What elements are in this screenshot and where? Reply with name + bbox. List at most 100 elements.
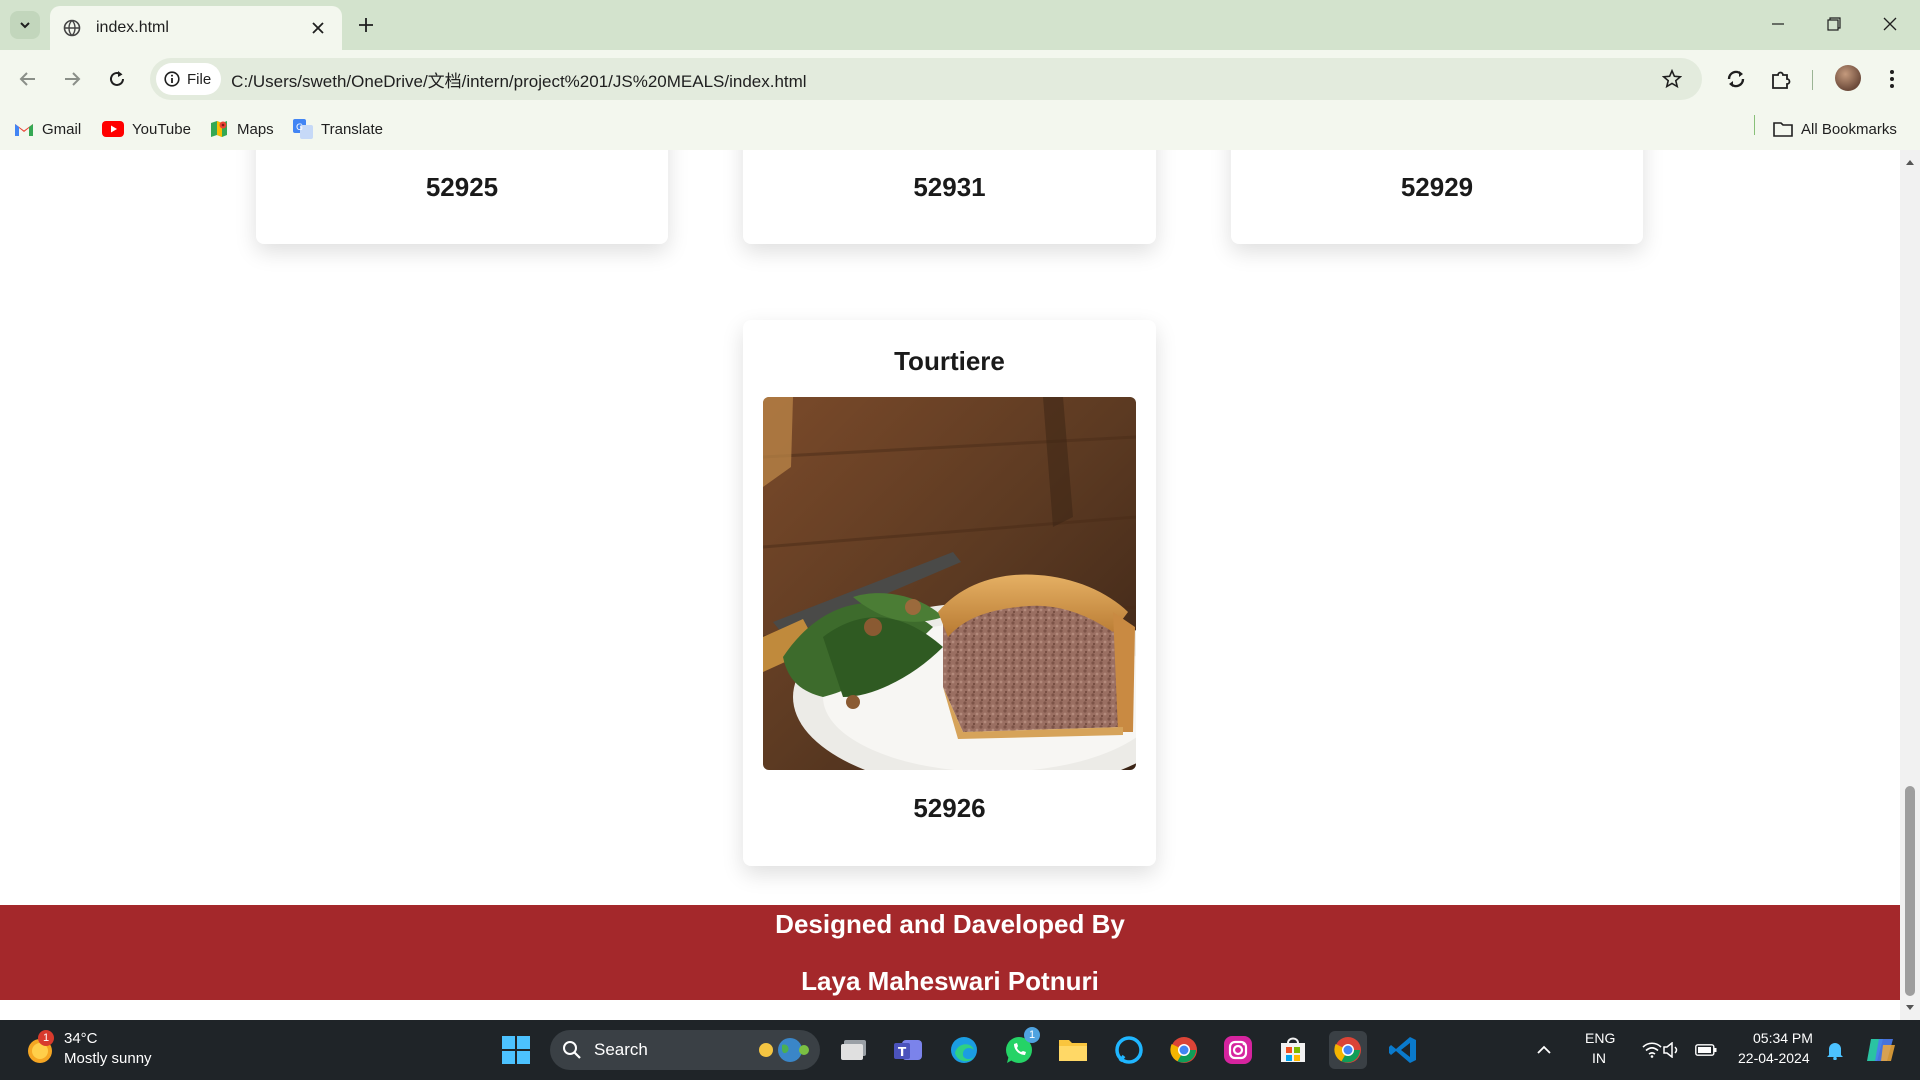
reload-button[interactable] xyxy=(100,62,134,96)
back-button[interactable] xyxy=(11,62,45,96)
windows-logo-icon xyxy=(502,1036,530,1064)
battery-icon xyxy=(1695,1044,1717,1056)
profile-avatar[interactable] xyxy=(1835,65,1861,91)
svg-text:G: G xyxy=(296,123,303,133)
scroll-up-arrow-icon[interactable] xyxy=(1905,158,1915,166)
vscode-app[interactable] xyxy=(1384,1031,1422,1069)
sync-extension-button[interactable] xyxy=(1720,63,1752,95)
meal-card[interactable]: 52931 xyxy=(743,150,1156,244)
weather-condition[interactable]: Mostly sunny xyxy=(64,1050,152,1067)
all-bookmarks-label: All Bookmarks xyxy=(1801,120,1897,138)
meal-id: 52925 xyxy=(425,172,499,202)
bookmarks-divider xyxy=(1754,115,1755,135)
weather-icon[interactable]: 1 xyxy=(24,1030,58,1066)
whatsapp-app[interactable]: 1 xyxy=(1000,1027,1040,1069)
chevron-down-icon xyxy=(20,22,30,29)
chrome-app-pinned[interactable] xyxy=(1165,1031,1203,1069)
clock-time[interactable]: 05:34 PM xyxy=(1753,1030,1813,1046)
vscode-icon xyxy=(1389,1037,1416,1063)
bookmarks-bar: Gmail YouTube Maps G Translate All Bookm… xyxy=(0,108,1920,150)
folder-icon xyxy=(1059,1040,1087,1061)
quick-settings-button[interactable] xyxy=(1632,1031,1692,1069)
close-icon xyxy=(1883,17,1897,31)
meal-card[interactable]: 52929 xyxy=(1231,150,1643,244)
toolbar-divider xyxy=(1812,70,1813,90)
language-indicator-line1[interactable]: ENG xyxy=(1585,1030,1615,1046)
scrollbar-thumb[interactable] xyxy=(1905,786,1915,996)
file-chip-label: File xyxy=(187,70,212,88)
tab-search-button[interactable] xyxy=(10,11,40,39)
tab-strip: index.html xyxy=(0,0,1920,50)
instagram-app[interactable] xyxy=(1219,1031,1257,1069)
bookmark-label: Gmail xyxy=(42,120,82,138)
alexa-icon xyxy=(1115,1036,1143,1064)
star-icon xyxy=(1662,69,1682,89)
language-indicator-line2[interactable]: IN xyxy=(1592,1050,1606,1066)
weather-temperature[interactable]: 34°C xyxy=(64,1030,98,1047)
menu-button[interactable] xyxy=(1876,63,1908,95)
instagram-icon xyxy=(1224,1036,1252,1064)
extensions-button[interactable] xyxy=(1765,63,1797,95)
site-info-chip[interactable]: File xyxy=(156,63,222,95)
meal-card[interactable]: 52925 xyxy=(256,150,668,244)
page-viewport: 52925 52931 52929 Tourtiere 52926 Design… xyxy=(0,150,1900,1020)
edge-icon xyxy=(951,1037,977,1063)
minimize-button[interactable] xyxy=(1750,0,1806,48)
chrome-icon xyxy=(1170,1037,1197,1063)
meal-id: 52926 xyxy=(913,793,986,823)
close-icon[interactable] xyxy=(308,18,328,38)
teams-app[interactable]: T xyxy=(889,1031,927,1069)
microsoft-store-app[interactable] xyxy=(1274,1031,1312,1069)
reload-icon xyxy=(110,71,124,86)
speaker-icon xyxy=(1663,1042,1678,1058)
copilot-icon xyxy=(1867,1039,1895,1061)
translate-icon: G xyxy=(293,119,313,139)
notifications-button[interactable] xyxy=(1822,1031,1848,1069)
file-explorer-app[interactable] xyxy=(1054,1031,1092,1069)
youtube-icon xyxy=(102,121,124,137)
sync-icon xyxy=(1727,70,1745,88)
forward-button[interactable] xyxy=(55,62,89,96)
meal-id: 52929 xyxy=(1400,172,1474,202)
meal-title: Tourtiere xyxy=(894,346,1005,376)
new-tab-button[interactable] xyxy=(354,13,378,37)
teams-icon: T xyxy=(894,1040,922,1060)
start-button[interactable] xyxy=(497,1031,535,1069)
bookmark-label: YouTube xyxy=(132,120,191,138)
alexa-app[interactable] xyxy=(1110,1031,1148,1069)
scroll-down-arrow-icon[interactable] xyxy=(1905,1004,1915,1012)
meal-card-featured[interactable]: Tourtiere 52926 xyxy=(743,320,1156,866)
clock-date[interactable]: 22-04-2024 xyxy=(1738,1050,1810,1066)
footer-author-name: Laya Maheswari Potnuri xyxy=(801,966,1099,996)
page-scrollbar[interactable] xyxy=(1900,150,1920,1020)
restore-button[interactable] xyxy=(1806,0,1862,48)
close-window-button[interactable] xyxy=(1862,0,1918,48)
store-icon xyxy=(1281,1037,1305,1062)
tab-index-html[interactable]: index.html xyxy=(50,6,342,50)
taskbar-search[interactable]: Search xyxy=(550,1030,820,1070)
bookmark-label: Maps xyxy=(237,120,274,138)
url-text[interactable]: C:/Users/sweth/OneDrive/文档/intern/projec… xyxy=(231,67,1654,92)
edge-app[interactable] xyxy=(945,1031,983,1069)
chevron-up-icon xyxy=(1537,1045,1551,1054)
bookmark-label: Translate xyxy=(321,120,383,138)
show-hidden-icons-button[interactable] xyxy=(1533,1031,1555,1069)
footer-credit-line: Designed and Daveloped By xyxy=(775,909,1125,939)
battery-indicator[interactable] xyxy=(1693,1031,1719,1069)
info-icon xyxy=(164,71,180,87)
all-bookmarks-button[interactable]: All Bookmarks xyxy=(1773,116,1897,142)
meal-image xyxy=(763,397,1136,770)
arrow-left-icon xyxy=(19,72,35,86)
address-bar[interactable]: File C:/Users/sweth/OneDrive/文档/intern/p… xyxy=(150,58,1702,100)
bookmark-gmail[interactable]: Gmail xyxy=(14,116,81,142)
bookmark-translate[interactable]: G Translate xyxy=(293,116,383,142)
whatsapp-badge: 1 xyxy=(1024,1027,1040,1043)
bookmark-star-button[interactable] xyxy=(1654,61,1690,97)
chrome-app-active[interactable] xyxy=(1329,1031,1367,1069)
plus-icon xyxy=(359,18,373,32)
task-view-button[interactable] xyxy=(835,1031,873,1069)
copilot-button[interactable] xyxy=(1862,1031,1900,1069)
bookmark-maps[interactable]: Maps xyxy=(209,116,274,142)
maps-icon xyxy=(211,121,227,137)
bookmark-youtube[interactable]: YouTube xyxy=(102,116,191,142)
